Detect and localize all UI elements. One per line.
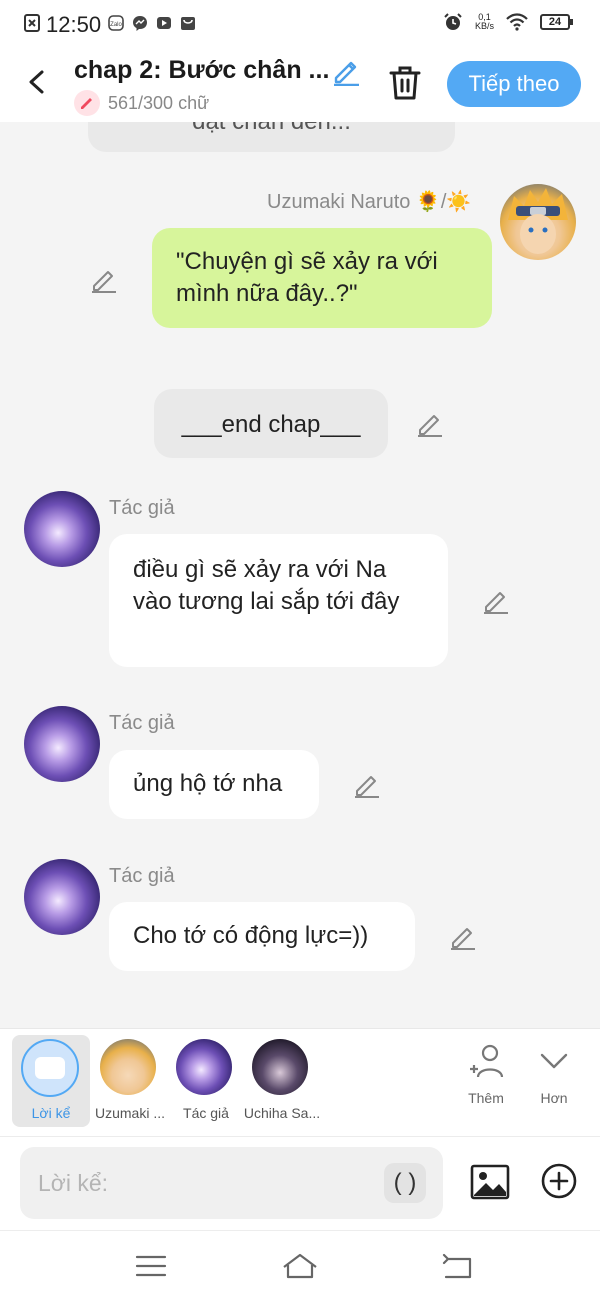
- character-label: Uchiha Sa...: [243, 1105, 321, 1121]
- narration-bubble[interactable]: đặt chân đến...: [88, 122, 455, 152]
- naruto-avatar-image: [508, 188, 568, 254]
- pencil-icon[interactable]: [482, 587, 510, 615]
- sender-name: Tác giả: [109, 712, 175, 734]
- zalo-icon: Zalo: [108, 15, 124, 31]
- chapter-header: chap 2: Bước chân ... 561/300 chữ Tiếp t…: [0, 48, 600, 122]
- character-author[interactable]: Tác giả: [166, 1029, 246, 1125]
- message-bubble[interactable]: điều gì sẽ xảy ra với Na vào tương lai s…: [109, 534, 448, 667]
- status-bar: 12:50 Zalo 0,1 KB/s 24: [0, 0, 600, 48]
- narration-bubble[interactable]: ___end chap___: [154, 389, 388, 458]
- add-label: Thêm: [468, 1090, 504, 1106]
- narrator-icon: [21, 1039, 79, 1097]
- pencil-icon[interactable]: [416, 410, 444, 438]
- character-uchiha[interactable]: Uchiha Sa...: [242, 1029, 322, 1125]
- battery-indicator: 24: [540, 14, 573, 30]
- pencil-icon[interactable]: [90, 266, 118, 294]
- message-bubble[interactable]: "Chuyện gì sẽ xảy ra với mình nữa đây..?…: [152, 228, 492, 328]
- plus-circle-icon[interactable]: [540, 1162, 578, 1200]
- message-bubble[interactable]: ủng hộ tớ nha: [109, 750, 319, 819]
- avatar: [100, 1039, 156, 1095]
- composer: ( ): [0, 1136, 600, 1230]
- clock: 12:50: [46, 12, 102, 37]
- parenthesis-button[interactable]: ( ): [384, 1163, 426, 1203]
- avatar: [252, 1039, 308, 1095]
- character-selector: Lời kể Uzumaki ... Tác giả Uchiha Sa... …: [0, 1028, 600, 1136]
- wifi-icon: [506, 13, 528, 31]
- avatar[interactable]: [24, 491, 100, 567]
- word-count-badge: [74, 90, 100, 116]
- character-narrator[interactable]: Lời kể: [12, 1035, 90, 1127]
- home-icon[interactable]: [282, 1251, 318, 1281]
- sender-name: Tác giả: [109, 497, 175, 519]
- youtube-icon: [157, 17, 171, 29]
- character-label: Lời kể: [31, 1105, 71, 1121]
- chat-area[interactable]: đặt chân đến... Uzumaki Naruto 🌻/☀️ "Chu…: [0, 122, 600, 1028]
- menu-icon[interactable]: [133, 1251, 169, 1281]
- word-count: 561/300 chữ: [108, 92, 210, 113]
- avatar[interactable]: [500, 184, 576, 260]
- system-nav-bar: [0, 1230, 600, 1300]
- network-speed: 0,1 KB/s: [474, 12, 494, 31]
- character-naruto[interactable]: Uzumaki ...: [90, 1029, 170, 1125]
- sim-icon: [24, 14, 40, 32]
- avatar[interactable]: [24, 859, 100, 935]
- character-label: Tác giả: [183, 1105, 229, 1121]
- pencil-icon[interactable]: [331, 56, 361, 86]
- word-count-row: 561/300 chữ: [74, 90, 209, 116]
- pencil-icon[interactable]: [449, 923, 477, 951]
- sender-name: Uzumaki Naruto 🌻/☀️: [267, 191, 472, 213]
- message-input[interactable]: [38, 1165, 378, 1201]
- sender-name: Tác giả: [109, 865, 175, 887]
- chapter-title[interactable]: chap 2: Bước chân ...: [74, 56, 329, 85]
- message-bubble[interactable]: Cho tớ có động lực=)): [109, 902, 415, 971]
- messenger-icon: [133, 16, 147, 31]
- add-character-button[interactable]: Thêm: [456, 1043, 516, 1106]
- add-person-icon: [470, 1044, 504, 1078]
- svg-text:Zalo: Zalo: [110, 22, 122, 28]
- more-label: Hơn: [540, 1090, 568, 1106]
- character-label: Uzumaki ...: [94, 1105, 165, 1121]
- back-arrow-icon[interactable]: [22, 64, 52, 100]
- avatar[interactable]: [24, 706, 100, 782]
- back-icon[interactable]: [440, 1251, 476, 1281]
- chevron-down-icon: [540, 1053, 568, 1069]
- message-input-container[interactable]: ( ): [20, 1147, 443, 1219]
- next-chapter-button[interactable]: Tiếp theo: [447, 61, 581, 107]
- more-button[interactable]: Hơn: [524, 1043, 584, 1106]
- pencil-icon: [81, 98, 92, 109]
- trash-icon[interactable]: [387, 64, 423, 102]
- image-icon[interactable]: [470, 1162, 510, 1202]
- avatar: [176, 1039, 232, 1095]
- alarm-icon: [444, 13, 462, 30]
- pencil-icon[interactable]: [353, 771, 381, 799]
- shop-icon: [181, 17, 195, 30]
